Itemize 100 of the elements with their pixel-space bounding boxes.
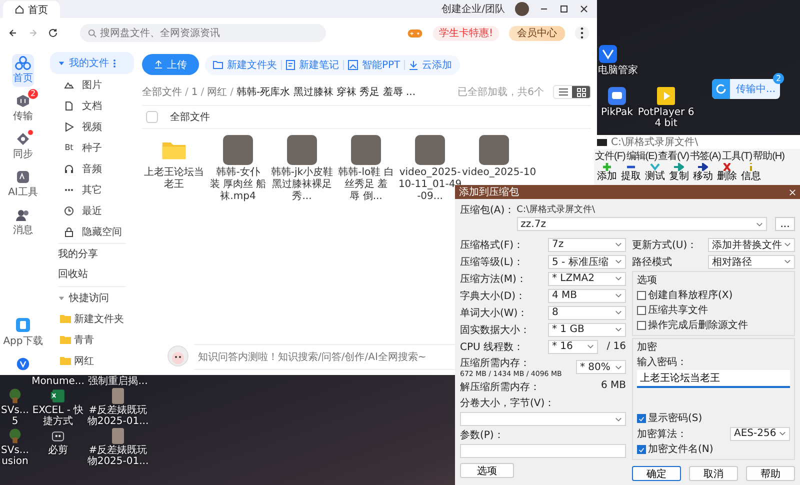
file-name[interactable]: 韩韩-女仆装 厚肉丝 船袜.mp4 [206, 167, 270, 203]
spreadsheet-icon[interactable] [50, 388, 66, 404]
options-button[interactable]: 选项 [460, 463, 514, 478]
close-icon[interactable] [579, 4, 589, 14]
promo-button[interactable]: 学生卡特惠! [432, 26, 499, 40]
tool-button[interactable]: 复制 [667, 162, 691, 183]
create-team-link[interactable]: 创建企业/团队 [442, 2, 505, 16]
plant-icon[interactable] [7, 428, 23, 444]
category-item[interactable]: Bt 种子 [50, 137, 134, 158]
breadcrumb-item[interactable]: 韩韩-死库水 黑过膝袜 穿袜 秀足 羞辱 ... [236, 85, 416, 99]
menu-item[interactable]: 编辑(E) [626, 148, 658, 162]
home-tab[interactable]: 首页 [3, 1, 60, 18]
desktop-icon-label[interactable]: 必剪 [48, 445, 68, 456]
gamepad-icon[interactable] [406, 28, 423, 38]
folder-item[interactable]: 青青 [50, 329, 134, 350]
desktop-icon-label[interactable]: 电脑管家 [598, 65, 638, 76]
checkbox[interactable] [637, 306, 646, 314]
desktop-icon-label[interactable]: Monume... [32, 376, 84, 387]
maximize-icon[interactable] [559, 4, 569, 14]
archive-name-dropdown[interactable]: zz.7z [516, 217, 767, 231]
chat-bubble-icon[interactable] [607, 86, 627, 106]
refresh-icon[interactable] [48, 28, 58, 38]
checkbox[interactable] [637, 444, 646, 454]
desktop-icon-label[interactable]: EXCEL - 快捷方式 [30, 405, 86, 427]
file-name[interactable]: 上老王论坛当老王 [142, 167, 206, 191]
file-name[interactable]: 韩韩-jk小皮鞋黑过膝袜裸足秀... [270, 167, 334, 203]
dropdown[interactable]: 相对路径 [708, 254, 795, 268]
breadcrumb-item[interactable]: 网红 [207, 85, 228, 99]
dropdown[interactable]: * 80% [576, 360, 626, 374]
vip-button[interactable]: 会员中心 [509, 26, 565, 40]
dropdown[interactable]: AES-256 [730, 426, 790, 440]
rail-item[interactable]: 消息 [12, 206, 34, 239]
dialog-button[interactable]: 帮助 [746, 466, 795, 481]
menu-item[interactable]: 文件(F) [595, 148, 626, 162]
breadcrumb-item[interactable]: 1 [191, 86, 198, 98]
checkbox[interactable] [637, 414, 646, 422]
file-name[interactable]: 韩韩-lo鞋 白丝秀足 羞辱 倒... [334, 167, 398, 203]
dropdown[interactable]: 8 [548, 306, 626, 320]
category-item[interactable]: 文档 [50, 95, 134, 116]
desktop-icon-label[interactable]: #反差婊既玩物2025-01... [86, 445, 150, 467]
rail-item[interactable]: AI工具 [7, 168, 39, 201]
video-thumbnail[interactable] [479, 135, 509, 165]
dropdown[interactable]: 5 - 标准压缩 [548, 254, 626, 268]
desktop-icon-label[interactable]: 强制重启揭... [88, 376, 148, 387]
rail-item[interactable]: 同步 [12, 130, 34, 163]
checkbox[interactable] [637, 290, 646, 300]
video-thumbnail[interactable] [351, 135, 381, 165]
quick-access-header[interactable]: 快捷访问 [50, 288, 134, 308]
app-download-button[interactable]: App下载 [2, 315, 44, 350]
tool-button[interactable]: 信息 [739, 162, 763, 183]
dropdown[interactable]: 添加并替换文件 [708, 238, 795, 252]
category-item[interactable]: 最近 [50, 200, 134, 221]
menu-item[interactable]: 书签(A) [690, 148, 721, 162]
breadcrumb-item[interactable]: 全部文件 [142, 85, 182, 99]
category-item[interactable]: 隐藏空间 [50, 221, 134, 242]
category-item[interactable]: 视频 [50, 116, 134, 137]
plant-icon[interactable] [7, 388, 23, 404]
category-item[interactable]: 图片 [50, 74, 134, 95]
menu-item[interactable]: 帮助(H) [753, 148, 784, 162]
password-field[interactable]: 上老王论坛当老王 [637, 370, 790, 388]
file-name[interactable]: video_2025-10 [462, 167, 536, 179]
dropdown[interactable]: * LZMA2 [548, 272, 626, 286]
dropdown[interactable]: 4 MB [548, 288, 626, 302]
video-thumbnail[interactable] [287, 135, 317, 165]
menu-item[interactable]: 工具(T) [722, 148, 752, 162]
tool-button[interactable]: 添加 [595, 162, 619, 183]
toolbar-button[interactable]: 智能PPT [344, 58, 404, 72]
play-icon[interactable] [656, 86, 676, 106]
category-item[interactable]: 其它 [50, 179, 134, 200]
dropdown[interactable]: 7z [548, 238, 626, 252]
dropdown[interactable]: * 16 [548, 340, 598, 354]
desktop-icon-label[interactable]: #反差婊既玩物2025-01... [86, 405, 150, 427]
tool-button[interactable]: 测试 [643, 162, 667, 183]
more-icon[interactable] [575, 26, 589, 40]
category-item[interactable]: 音频 [50, 158, 134, 179]
desktop-icon-label[interactable]: PotPlayer 64 bit [636, 107, 696, 129]
tool-button[interactable]: 移动 [691, 162, 715, 183]
folder-item[interactable]: 新建文件夹 [50, 308, 134, 329]
tool-button[interactable]: 删除 [715, 162, 739, 183]
back-icon[interactable] [8, 28, 18, 38]
desktop-icon-label[interactable]: SVs... 5 [0, 405, 30, 427]
dropdown[interactable]: * 1 GB [548, 322, 626, 336]
sidebar-link[interactable]: 我的分享 [50, 245, 134, 265]
toolbar-button[interactable]: 云添加 [405, 58, 456, 72]
grid-view-button[interactable] [572, 86, 590, 98]
select-all-checkbox[interactable] [146, 111, 158, 123]
video-thumbnail[interactable] [415, 135, 445, 165]
video-thumbnail[interactable] [223, 135, 253, 165]
toolbar-button[interactable]: 新建文件夹 [209, 58, 281, 72]
parameters-field[interactable] [460, 444, 626, 458]
dialog-button[interactable]: 取消 [689, 466, 738, 481]
toolbar-button[interactable]: 新建笔记 [282, 58, 343, 72]
desktop-icon-label[interactable]: SVs... usion [0, 445, 30, 467]
avatar[interactable] [515, 2, 529, 16]
dialog-button[interactable]: 确定 [632, 466, 681, 481]
menu-item[interactable]: 查看(V) [658, 148, 689, 162]
my-files-item[interactable]: 我的文件 [50, 52, 134, 74]
sidebar-link[interactable]: 回收站 [50, 265, 134, 285]
tool-button[interactable]: 提取 [619, 162, 643, 183]
desktop-icon-label[interactable]: PikPak [601, 107, 633, 118]
